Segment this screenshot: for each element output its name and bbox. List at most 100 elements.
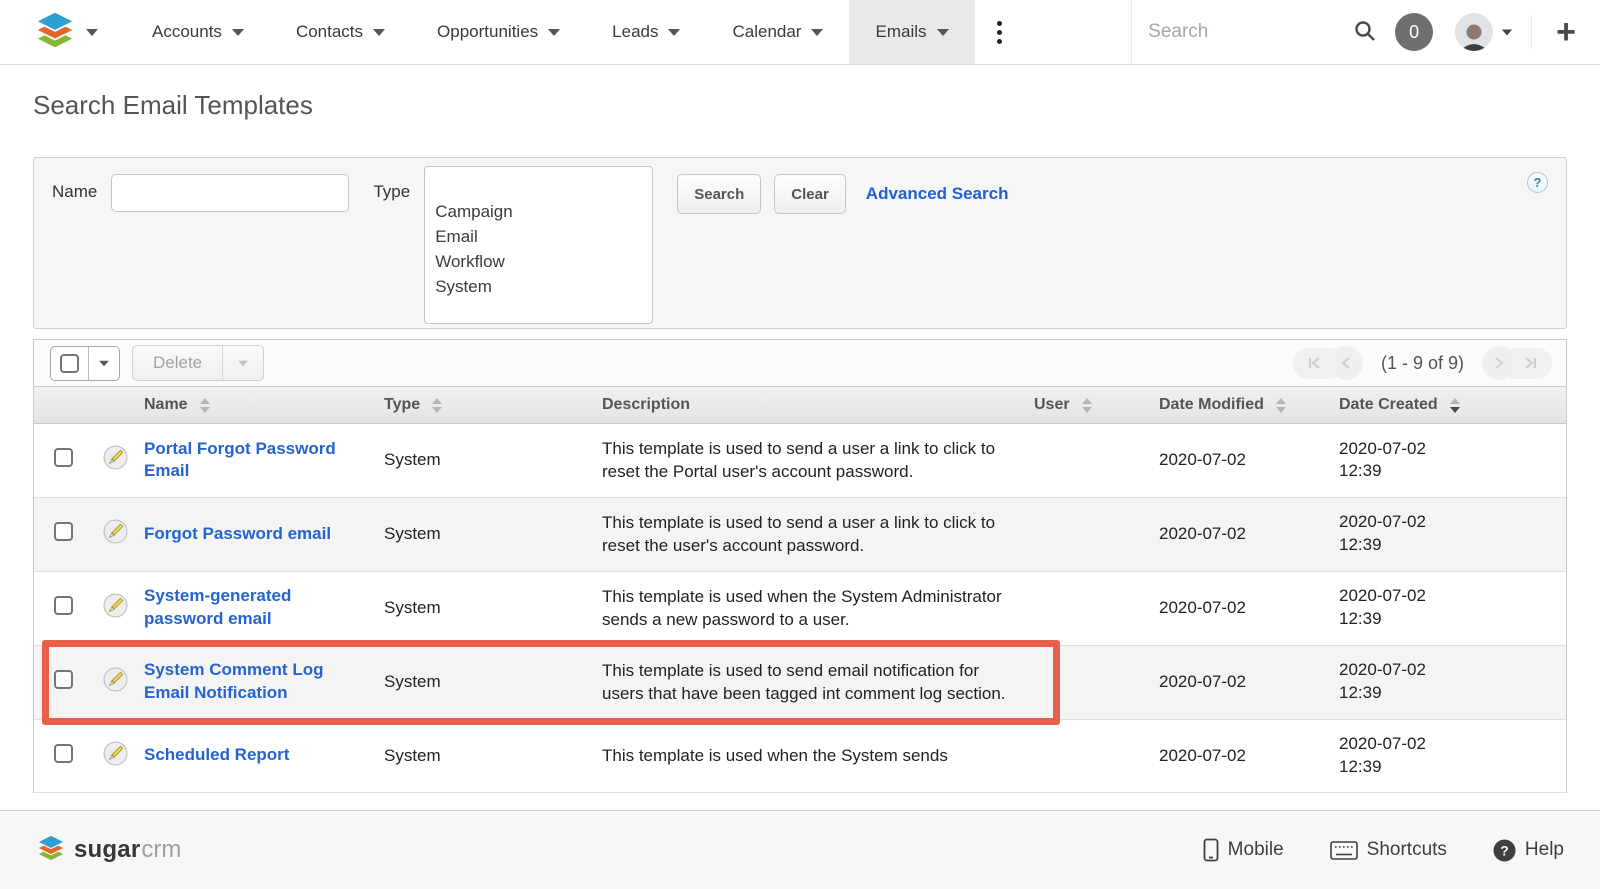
chevron-down-icon: [668, 29, 680, 36]
first-page-icon: [1307, 356, 1323, 370]
select-menu-seg[interactable]: [88, 347, 119, 380]
page-title: Search Email Templates: [33, 90, 1567, 121]
table-row: Portal Forgot Password Email System This…: [34, 424, 1566, 498]
brand-text-sugar: sugar: [74, 836, 140, 864]
edit-pencil-icon[interactable]: [103, 445, 128, 475]
column-header-date-modified[interactable]: Date Modified: [1159, 396, 1339, 414]
date-modified: 2020-07-02: [1159, 450, 1339, 470]
delete-button[interactable]: Delete: [133, 346, 222, 380]
pagination-range-text: (1 - 9 of 9): [1381, 353, 1464, 374]
template-type: System: [384, 672, 602, 692]
template-description: This template is used to send a user a l…: [602, 511, 1022, 558]
nav-item-accounts[interactable]: Accounts: [126, 0, 270, 64]
row-checkbox[interactable]: [54, 448, 73, 467]
svg-text:?: ?: [1500, 842, 1509, 858]
nav-item-contacts[interactable]: Contacts: [270, 0, 411, 64]
chevron-down-icon: [373, 29, 385, 36]
advanced-search-link[interactable]: Advanced Search: [866, 184, 1009, 204]
previous-page-button[interactable]: [1329, 346, 1363, 380]
sugarcrm-cube-icon: [34, 10, 76, 55]
table-row: System-generated password email System T…: [34, 572, 1566, 646]
edit-pencil-icon[interactable]: [103, 519, 128, 549]
next-page-button[interactable]: [1482, 346, 1516, 380]
chevron-down-icon[interactable]: [1502, 29, 1512, 35]
column-header-date-created[interactable]: Date Created: [1339, 396, 1566, 414]
date-modified: 2020-07-02: [1159, 524, 1339, 544]
template-description: This template is used to send a user a l…: [602, 437, 1022, 484]
nav-item-opportunities[interactable]: Opportunities: [411, 0, 586, 64]
type-multiselect[interactable]: Campaign Email Workflow System: [424, 166, 653, 324]
search-icon: [1353, 19, 1377, 46]
table-header-row: Name Type Description User Date Modified…: [34, 386, 1566, 424]
type-option-campaign[interactable]: Campaign: [433, 199, 652, 224]
chevron-down-icon: [86, 29, 98, 36]
name-search-input[interactable]: [111, 174, 349, 212]
date-created: 2020-07-02 12:39: [1339, 511, 1464, 557]
sort-icon: [1082, 398, 1092, 413]
edit-pencil-icon[interactable]: [103, 593, 128, 623]
top-nav: Accounts Contacts Opportunities Leads Ca…: [0, 0, 1600, 65]
shortcuts-link[interactable]: Shortcuts: [1330, 839, 1447, 861]
date-created: 2020-07-02 12:39: [1339, 585, 1464, 631]
nav-more-menu[interactable]: [975, 0, 1024, 64]
global-search-input[interactable]: [1148, 21, 1353, 43]
template-name-link[interactable]: System Comment Log Email Notification: [144, 659, 340, 705]
row-checkbox[interactable]: [54, 596, 73, 615]
table-row: Scheduled Report System This template is…: [34, 720, 1566, 793]
app-logo-menu[interactable]: [0, 0, 126, 64]
notification-count-badge[interactable]: 0: [1395, 13, 1433, 51]
template-type: System: [384, 450, 602, 470]
select-all-checkbox[interactable]: [60, 354, 79, 373]
row-checkbox[interactable]: [54, 522, 73, 541]
name-field-label: Name: [52, 182, 97, 202]
chevron-down-icon: [811, 29, 823, 36]
template-type: System: [384, 524, 602, 544]
type-option-system[interactable]: System: [433, 274, 652, 299]
template-type: System: [384, 746, 602, 766]
column-header-name[interactable]: Name: [144, 396, 384, 414]
email-templates-list-panel: Delete (1 - 9 of 9): [33, 339, 1567, 793]
edit-pencil-icon[interactable]: [103, 667, 128, 697]
nav-item-calendar[interactable]: Calendar: [706, 0, 849, 64]
row-checkbox[interactable]: [54, 670, 73, 689]
edit-pencil-icon[interactable]: [103, 741, 128, 771]
row-checkbox[interactable]: [54, 744, 73, 763]
type-option-email[interactable]: Email: [433, 224, 652, 249]
type-option-workflow[interactable]: Workflow: [433, 249, 652, 274]
mobile-link[interactable]: Mobile: [1203, 838, 1284, 862]
clear-button[interactable]: Clear: [774, 174, 846, 214]
last-page-icon: [1522, 356, 1538, 370]
nav-item-label: Opportunities: [437, 22, 538, 42]
template-name-link[interactable]: System-generated password email: [144, 585, 340, 631]
template-description: This template is used to send email noti…: [602, 659, 1022, 706]
search-submit-button[interactable]: Search: [677, 174, 761, 214]
template-name-link[interactable]: Portal Forgot Password Email: [144, 438, 340, 484]
sort-icon: [432, 398, 442, 413]
select-all-checkbox-seg[interactable]: [51, 347, 88, 380]
nav-item-emails-active[interactable]: Emails: [849, 0, 974, 64]
table-row-highlighted: System Comment Log Email Notification Sy…: [34, 646, 1566, 720]
user-avatar[interactable]: [1455, 13, 1493, 51]
plus-icon[interactable]: +: [1556, 15, 1576, 49]
nav-item-leads[interactable]: Leads: [586, 0, 706, 64]
column-header-description[interactable]: Description: [602, 396, 1034, 414]
template-name-link[interactable]: Scheduled Report: [144, 744, 289, 767]
nav-item-label: Contacts: [296, 22, 363, 42]
person-silhouette-icon: [1457, 21, 1491, 51]
date-created: 2020-07-02 12:39: [1339, 733, 1464, 779]
date-created: 2020-07-02 12:39: [1339, 438, 1464, 484]
type-field-label: Type: [373, 182, 410, 202]
sugarcrm-cube-icon: [36, 834, 66, 867]
nav-item-label: Leads: [612, 22, 658, 42]
help-link[interactable]: ? Help: [1493, 839, 1564, 862]
search-button[interactable]: [1353, 19, 1377, 46]
sort-icon: [200, 398, 210, 413]
search-form-panel: Name Type Campaign Email Workflow System…: [33, 157, 1567, 329]
date-modified: 2020-07-02: [1159, 746, 1339, 766]
delete-menu-seg[interactable]: [222, 346, 263, 380]
keyboard-icon: [1330, 841, 1358, 860]
template-name-link[interactable]: Forgot Password email: [144, 523, 331, 546]
column-header-type[interactable]: Type: [384, 396, 602, 414]
column-header-user[interactable]: User: [1034, 396, 1159, 414]
help-icon[interactable]: ?: [1527, 172, 1548, 193]
